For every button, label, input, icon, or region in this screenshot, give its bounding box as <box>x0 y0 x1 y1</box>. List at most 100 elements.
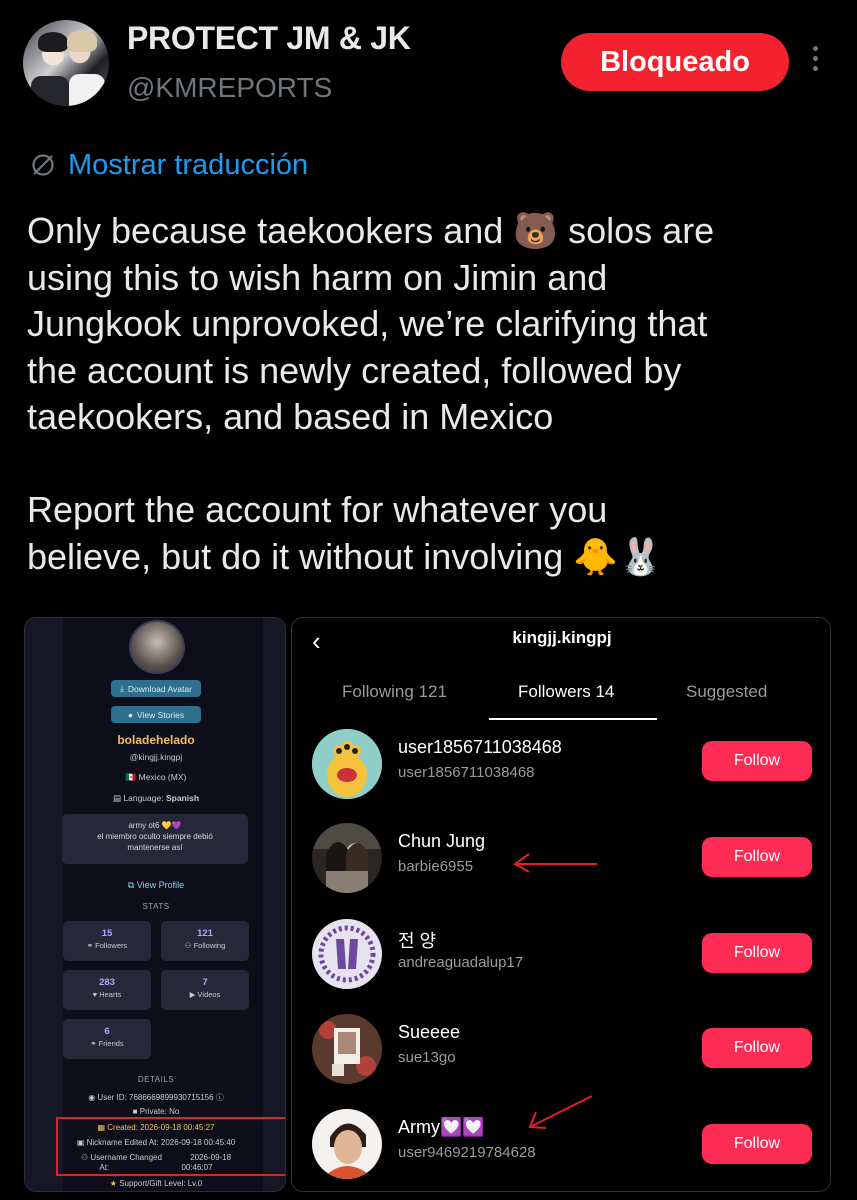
detail-user-id: ◉ User ID: 7686669899930715156 ⓘ <box>25 1092 285 1103</box>
follower-username: andreaguadalup17 <box>398 954 524 971</box>
follow-button: Follow <box>702 1028 812 1068</box>
detail-value: 7686669899930715156 <box>129 1093 214 1102</box>
stat-label-text: Hearts <box>99 990 122 999</box>
follower-username: barbie6955 <box>398 858 474 875</box>
user-handle[interactable]: @KMREPORTS <box>127 72 332 104</box>
follow-button: Follow <box>702 741 812 781</box>
eye-icon: ● <box>127 709 134 720</box>
detail-value: No <box>169 1107 180 1116</box>
follower-avatar <box>312 729 382 799</box>
stat-label: ⚭ Friends <box>63 1039 151 1048</box>
media-image-profile-stats[interactable]: ⤓ Download Avatar ● View Stories boladehel… <box>24 617 286 1192</box>
follower-username: sue13go <box>398 1049 456 1066</box>
active-tab-indicator <box>489 718 657 720</box>
media-image-followers-list[interactable]: ‹ kingjj.kingpj Following 121 Followers … <box>291 617 831 1192</box>
blocked-button[interactable]: Bloqueado <box>561 33 789 91</box>
follow-button: Follow <box>702 837 812 877</box>
star-icon: ★ <box>109 1179 120 1188</box>
stat-value: 283 <box>99 977 115 988</box>
followers-title: kingjj.kingpj <box>512 628 612 647</box>
highlight-box <box>56 1117 285 1176</box>
stat-label-text: Videos <box>197 990 221 999</box>
stat-value: 121 <box>197 928 213 939</box>
lock-icon: ■ <box>132 1107 140 1116</box>
show-translation-link[interactable]: Mostrar traducción <box>30 145 308 185</box>
stats-heading: STATS <box>142 902 170 911</box>
profile-avatar-small <box>129 620 185 674</box>
stat-following: 121 ⚇ Following <box>161 921 249 961</box>
profile-avatar[interactable] <box>23 20 109 106</box>
detail-support-level: ★ Support/Gift Level: Lv.0 <box>25 1179 285 1188</box>
follower-username: user9469219784628 <box>398 1144 536 1161</box>
follower-avatar <box>312 919 382 989</box>
translate-icon <box>32 154 54 176</box>
stat-label: ▶ Videos <box>161 990 249 999</box>
stat-label-text: Friends <box>98 1039 124 1048</box>
details-heading: DETAILS <box>137 1075 175 1084</box>
view-stories-label: View Stories <box>137 709 185 720</box>
follower-row: user1856711038468 user1856711038468 Foll… <box>292 729 830 819</box>
stat-videos: 7 ▶ Videos <box>161 970 249 1010</box>
profile-username: @kingjj.kingpj <box>129 752 183 762</box>
follow-button: Follow <box>702 933 812 973</box>
follower-name: Sueeee <box>398 1022 461 1042</box>
translate-label: Mostrar traducción <box>68 148 309 181</box>
language-value: Spanish <box>165 793 200 803</box>
download-icon: ⤓ <box>120 683 124 693</box>
video-icon: ▶ <box>189 990 198 999</box>
red-arrow-annotation <box>528 1095 593 1129</box>
tweet-header: PROTECT JM & JK @KMREPORTS Bloqueado <box>0 0 857 130</box>
bio-line: army ot6 💛💜 <box>128 821 182 830</box>
stat-followers: 15 ⚭ Followers <box>63 921 151 961</box>
mexico-flag-icon: 🇲🇽 <box>125 772 137 782</box>
profile-location: 🇲🇽 Mexico (MX) <box>25 772 285 783</box>
language-label: Language: <box>123 793 164 803</box>
stat-label-text: Following <box>193 941 226 950</box>
user-plus-icon: ⚇ <box>184 941 194 950</box>
view-stories-button: ● View Stories <box>111 706 201 723</box>
friends-icon: ⚭ <box>90 1039 99 1048</box>
detail-label: Support/Gift Level: <box>119 1179 186 1188</box>
stat-value: 7 <box>202 977 208 988</box>
detail-label: Private: <box>139 1107 167 1116</box>
location-text: Mexico (MX) <box>138 772 187 782</box>
view-profile-link: ⧉ View Profile <box>25 880 285 891</box>
detail-private: ■ Private: No <box>25 1107 285 1116</box>
language-icon: ▤ <box>112 793 122 803</box>
users-icon: ⚭ <box>86 941 96 950</box>
follower-name: user1856711038468 <box>398 737 562 757</box>
tab-following: Following 121 <box>342 682 447 701</box>
bio-line: mantenerse así <box>127 843 183 852</box>
follower-username: user1856711038468 <box>398 764 535 781</box>
external-link-icon: ⧉ <box>127 880 135 890</box>
follower-row: 전 양 andreaguadalup17 Follow <box>292 919 830 1009</box>
detail-value: Lv.0 <box>187 1179 203 1188</box>
follower-avatar <box>312 823 382 893</box>
download-avatar-button: ⤓ Download Avatar <box>111 680 201 697</box>
follower-name: Chun Jung <box>398 831 486 851</box>
download-avatar-label: Download Avatar <box>127 683 192 694</box>
tab-suggested: Suggested <box>686 682 768 701</box>
stat-friends: 6 ⚭ Friends <box>63 1019 151 1059</box>
display-name[interactable]: PROTECT JM & JK <box>127 20 411 57</box>
stat-label: ⚇ Following <box>161 941 249 950</box>
follow-button: Follow <box>702 1124 812 1164</box>
follower-name: Army💟💟 <box>398 1117 485 1137</box>
more-options-icon[interactable] <box>807 46 823 78</box>
follower-name: 전 양 <box>398 931 437 951</box>
stat-hearts: 283 ♥ Hearts <box>63 970 151 1010</box>
stat-label: ⚭ Followers <box>63 941 151 950</box>
red-arrow-annotation <box>513 853 597 873</box>
stat-label: ♥ Hearts <box>63 990 151 999</box>
info-icon: ⓘ <box>215 1093 224 1102</box>
profile-name: boladehelado <box>117 733 195 747</box>
detail-label: User ID: <box>97 1093 127 1102</box>
follower-avatar <box>312 1014 382 1084</box>
tab-followers: Followers 14 <box>518 682 615 701</box>
follower-avatar <box>312 1109 382 1179</box>
profile-language: ▤ Language: Spanish <box>25 793 285 804</box>
tweet-text: Only because taekookers and 🐻 solos are … <box>27 210 715 577</box>
stat-label-text: Followers <box>95 941 128 950</box>
stat-value: 15 <box>101 928 113 939</box>
profile-bio: army ot6 💛💜 el miembro oculto siempre de… <box>62 814 248 864</box>
